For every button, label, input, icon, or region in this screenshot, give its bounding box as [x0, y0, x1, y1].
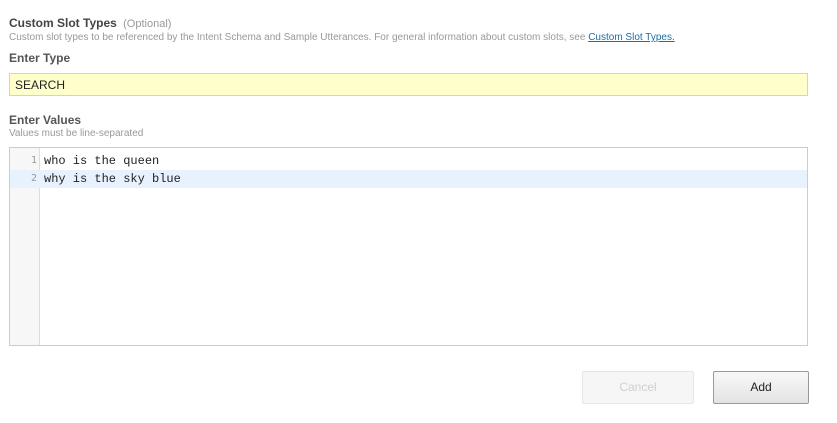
editor-line[interactable]: 1 who is the queen: [10, 152, 807, 170]
type-input[interactable]: [9, 73, 808, 96]
custom-slot-types-link[interactable]: Custom Slot Types.: [588, 32, 675, 43]
line-text: why is the sky blue: [44, 172, 181, 186]
custom-slot-types-panel: Custom Slot Types (Optional) Custom slot…: [0, 0, 837, 423]
optional-label: (Optional): [123, 18, 172, 30]
section-title-text: Custom Slot Types: [9, 16, 117, 30]
section-description: Custom slot types to be referenced by th…: [9, 32, 675, 43]
enter-type-label: Enter Type: [9, 51, 71, 65]
section-title: Custom Slot Types (Optional): [9, 16, 171, 30]
editor-line-active[interactable]: 2 why is the sky blue: [10, 170, 807, 188]
values-hint: Values must be line-separated: [9, 128, 144, 139]
line-text: who is the queen: [44, 154, 160, 168]
enter-values-label: Enter Values: [9, 113, 82, 127]
line-number: 1: [30, 155, 37, 166]
add-button[interactable]: Add: [713, 371, 809, 404]
line-number: 2: [30, 173, 37, 184]
section-description-text: Custom slot types to be referenced by th…: [9, 32, 589, 43]
cancel-button[interactable]: Cancel: [582, 371, 694, 404]
values-editor[interactable]: 1 who is the queen 2 why is the sky blue: [9, 147, 808, 346]
